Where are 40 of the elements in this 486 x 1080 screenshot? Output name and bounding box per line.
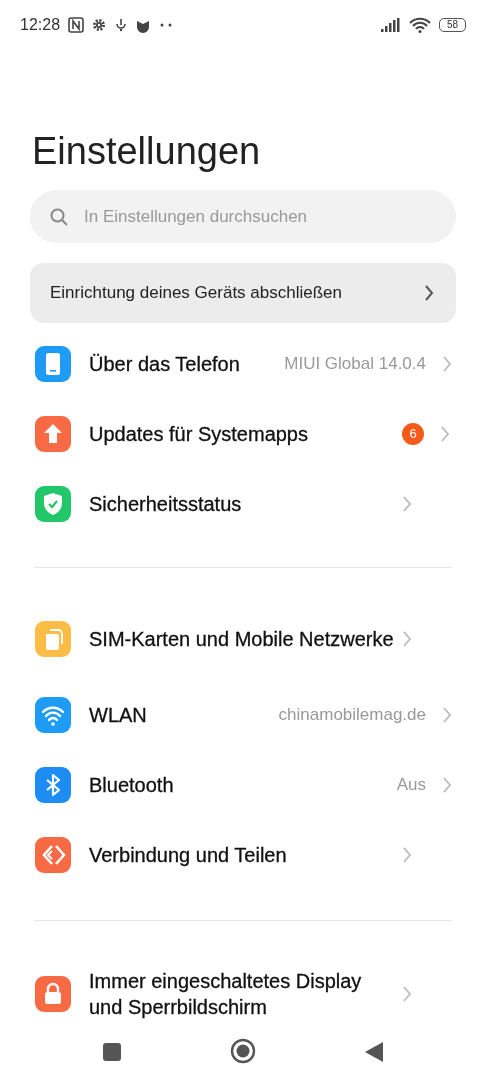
item-title: Updates für Systemapps: [89, 422, 309, 447]
chevron-icon: [442, 776, 452, 794]
clock-time: 12:28: [20, 15, 61, 35]
settings-item[interactable]: Updates für Systemapps 6: [0, 399, 486, 469]
gear-icon: [92, 18, 107, 32]
signal-icon: [381, 18, 401, 32]
chevron-icon: [402, 985, 412, 1003]
chevron-icon: [442, 706, 452, 724]
settings-item[interactable]: Immer eingeschaltetes Display und Sperrbildschirm: [0, 953, 486, 1022]
wifi-icon: [409, 17, 431, 33]
chevron-icon: [442, 355, 452, 373]
settings-item[interactable]: Verbindung und Teilen: [0, 820, 486, 890]
setup-banner[interactable]: Einrichtung deines Geräts abschließen: [30, 263, 456, 323]
chevron-icon: [440, 425, 450, 443]
item-value: Aus: [396, 774, 426, 796]
chevron-icon: [424, 284, 434, 302]
item-title: Bluetooth: [89, 773, 175, 798]
page-title: Einstellungen: [32, 129, 262, 174]
settings-item[interactable]: Bluetooth Aus: [0, 750, 486, 820]
item-title: SIM-Karten und Mobile Netzwerke: [89, 627, 394, 652]
item-value: MIUI Global 14.0.4: [284, 353, 426, 375]
item-title: Sicherheitsstatus: [89, 492, 243, 517]
chevron-icon: [402, 495, 412, 513]
chevron-icon: [402, 630, 412, 648]
item-title: Über das Telefon: [89, 352, 241, 377]
item-value: chinamobilemag.de: [278, 704, 426, 726]
settings-item[interactable]: Sicherheitsstatus: [0, 469, 486, 539]
settings-item[interactable]: Über das Telefon MIUI Global 14.0.4: [0, 329, 486, 399]
more-icon: [159, 22, 174, 28]
chevron-icon: [402, 846, 412, 864]
count-badge: 6: [402, 423, 424, 445]
item-title: WLAN: [89, 703, 148, 728]
settings-item[interactable]: SIM-Karten und Mobile Netzwerke: [0, 598, 486, 680]
settings-item[interactable]: WLAN chinamobilemag.de: [0, 680, 486, 750]
item-title: Immer eingeschaltetes Display und Sperrbildschirm: [89, 969, 363, 1020]
search-icon: [50, 207, 68, 226]
item-title: Verbindung und Teilen: [89, 843, 288, 868]
nfc-icon: [68, 17, 85, 33]
home-button[interactable]: [229, 1037, 257, 1065]
battery-icon: 58: [439, 18, 466, 32]
